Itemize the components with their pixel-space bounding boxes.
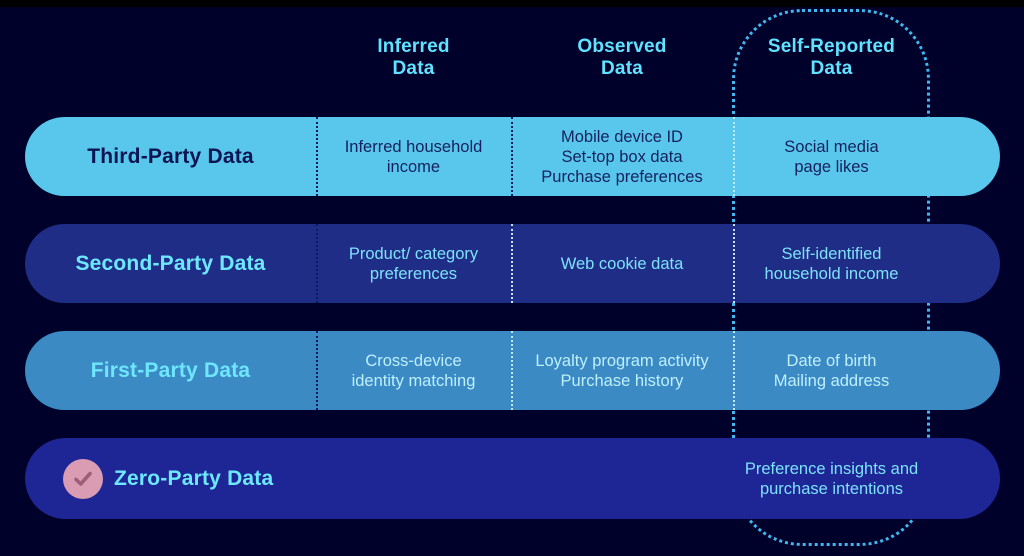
column-header-self-reported-line1: Self-Reported	[767, 36, 896, 57]
table-row[interactable]: First-Party Data Cross-device identity ma…	[25, 331, 1000, 410]
column-divider-2	[511, 224, 513, 303]
cell-second-party-inferred: Product/ category preferences	[316, 224, 511, 303]
column-divider-2	[511, 331, 513, 410]
check-circle-icon	[63, 458, 103, 499]
column-divider-1	[316, 117, 318, 196]
cell-first-party-observed: Loyalty program activity Purchase history	[511, 331, 733, 410]
table-row[interactable]: Second-Party Data Product/ category prefe…	[25, 224, 1000, 303]
row-label-first-party: First-Party Data	[25, 331, 316, 410]
column-header-inferred: Inferred Data	[316, 36, 511, 80]
column-header-observed: Observed Data	[511, 36, 733, 80]
cell-zero-party-inferred	[316, 438, 511, 519]
column-divider-2	[511, 117, 513, 196]
cell-text: Cross-device identity matching	[351, 351, 476, 390]
cell-text: Preference insights and purchase intentio…	[744, 459, 919, 498]
row-label-text: Zero-Party Data	[114, 466, 274, 490]
cell-text: Loyalty program activity Purchase history	[535, 351, 709, 390]
column-divider-1	[316, 224, 318, 303]
cell-third-party-self-reported: Social media page likes	[733, 117, 1000, 196]
column-header-observed-line2: Data	[601, 58, 643, 79]
cell-second-party-self-reported: Self-identified household income	[733, 224, 1000, 303]
row-label-text: First-Party Data	[90, 358, 251, 382]
column-header-inferred-line1: Inferred	[377, 36, 450, 57]
cell-text: Mobile device ID Set-top box data Purchase…	[541, 127, 703, 186]
column-header-self-reported: Self-Reported Data	[733, 36, 930, 80]
cell-text: Inferred household income	[344, 137, 483, 176]
row-label-text: Third-Party Data	[87, 144, 254, 168]
cell-zero-party-self-reported: Preference insights and purchase intentio…	[733, 438, 1000, 519]
cell-text: Date of birth Mailing address	[773, 351, 890, 390]
row-label-second-party: Second-Party Data	[25, 224, 316, 303]
cell-text: Web cookie data	[560, 254, 684, 273]
cell-text: Self-identified household income	[764, 244, 899, 283]
row-label-zero-party: Zero-Party Data	[25, 438, 316, 519]
column-divider-3	[733, 224, 735, 303]
table-row[interactable]: Zero-Party Data Preference insights and p…	[25, 438, 1000, 519]
letterbox-bar	[0, 0, 1024, 7]
data-types-matrix: Inferred Data Observed Data Self-Reporte…	[0, 0, 1024, 556]
cell-first-party-inferred: Cross-device identity matching	[316, 331, 511, 410]
table-row[interactable]: Third-Party Data Inferred household incom…	[25, 117, 1000, 196]
column-header-inferred-line2: Data	[392, 58, 435, 79]
cell-third-party-observed: Mobile device ID Set-top box data Purchase…	[511, 117, 733, 196]
cell-text: Social media page likes	[784, 137, 879, 176]
row-label-third-party: Third-Party Data	[25, 117, 316, 196]
cell-text: Product/ category preferences	[348, 244, 479, 283]
column-divider-3	[733, 117, 735, 196]
cell-zero-party-observed	[511, 438, 733, 519]
column-divider-3	[733, 331, 735, 410]
cell-first-party-self-reported: Date of birth Mailing address	[733, 331, 1000, 410]
column-header-self-reported-line2: Data	[810, 58, 853, 79]
column-header-row: Inferred Data Observed Data Self-Reporte…	[0, 36, 1024, 92]
column-divider-1	[316, 331, 318, 410]
column-header-observed-line1: Observed	[577, 36, 667, 57]
cell-second-party-observed: Web cookie data	[511, 224, 733, 303]
row-label-text: Second-Party Data	[75, 251, 266, 275]
cell-third-party-inferred: Inferred household income	[316, 117, 511, 196]
